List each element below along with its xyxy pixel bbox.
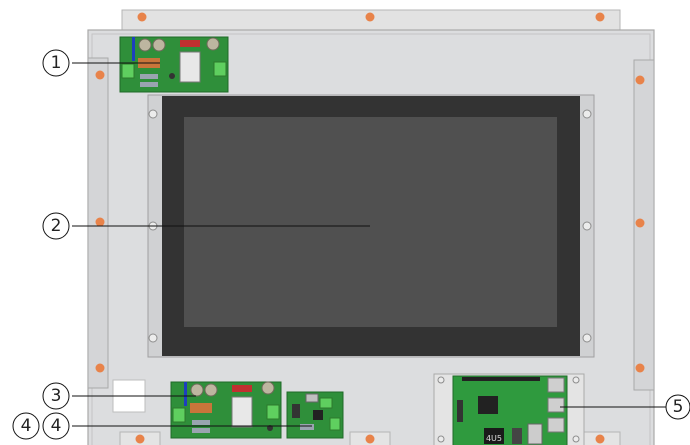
- sensor-board: [286, 391, 344, 439]
- screw-icon: [95, 70, 105, 80]
- bracket-screw-icon: [582, 109, 592, 119]
- screw-icon: [635, 363, 645, 373]
- chip-label: 4U5: [486, 434, 502, 443]
- callout-number-5: 5: [673, 397, 684, 417]
- bracket-screw-icon: [582, 333, 592, 343]
- screw-icon: [95, 217, 105, 227]
- callout-number-3: 3: [51, 386, 62, 406]
- power-board-bottom: [170, 381, 282, 439]
- bracket-screw-icon: [148, 109, 158, 119]
- screw-icon: [595, 12, 605, 22]
- screw-icon: [595, 434, 605, 444]
- screw-icon: [137, 12, 147, 22]
- screw-icon: [365, 434, 375, 444]
- diagram-canvas: 4U5 1 2 3 4 4 5: [12, 9, 690, 445]
- callout-number-1: 1: [51, 53, 62, 73]
- screw-icon: [95, 363, 105, 373]
- callout-number-2: 2: [51, 216, 62, 236]
- power-board-top: [119, 36, 229, 93]
- computer-board: 4U5: [433, 373, 585, 445]
- screw-icon: [635, 218, 645, 228]
- screw-icon: [135, 434, 145, 444]
- assembly-diagram: 4U5 1 2 3 4 4 5: [0, 0, 690, 445]
- screw-icon: [635, 75, 645, 85]
- bracket-screw-icon: [148, 333, 158, 343]
- display-screen: [184, 117, 557, 327]
- screw-icon: [365, 12, 375, 22]
- callout-number-4a: 4: [21, 416, 32, 436]
- callout-number-4b: 4: [51, 416, 62, 436]
- bracket-screw-icon: [582, 221, 592, 231]
